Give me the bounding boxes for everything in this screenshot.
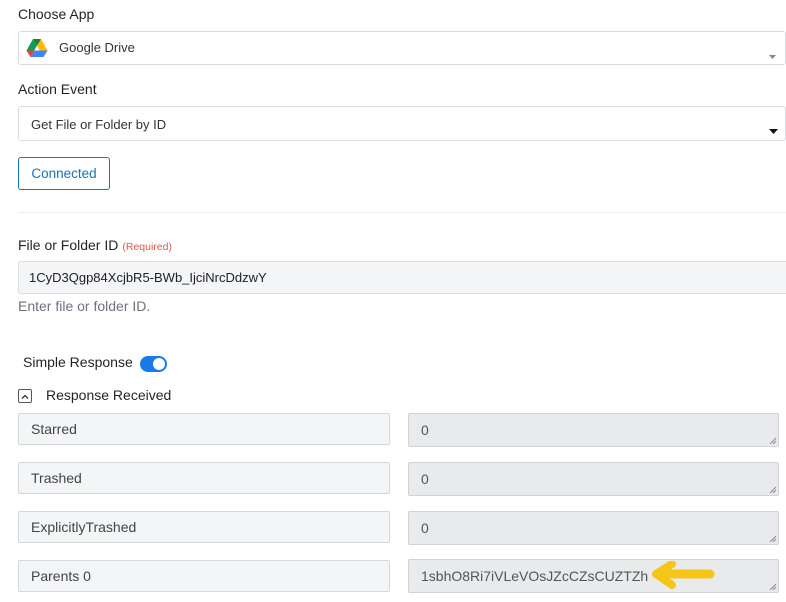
response-value-text: 1sbhO8Ri7iVLeVOsJZcCZsCUZTZh [421, 568, 649, 584]
file-id-label: File or Folder ID (Required) [18, 237, 172, 253]
caret-down-icon [769, 121, 778, 139]
action-event-value: Get File or Folder by ID [31, 117, 167, 132]
response-key-field[interactable]: Trashed [18, 462, 390, 494]
google-drive-icon [26, 38, 48, 58]
connected-button[interactable]: Connected [18, 157, 110, 190]
response-key-field[interactable]: Starred [18, 413, 390, 445]
simple-response-toggle[interactable] [140, 356, 167, 372]
required-tag: (Required) [122, 241, 172, 253]
response-value-field[interactable]: 1sbhO8Ri7iVLeVOsJZcCZsCUZTZh [408, 559, 779, 593]
file-id-input[interactable]: 1CyD3Qgp84XcjbR5-BWb_IjciNrcDdzwY [18, 261, 786, 294]
chevron-up-icon [21, 394, 29, 399]
resize-grip-icon[interactable] [769, 535, 777, 543]
resize-grip-icon[interactable] [769, 486, 777, 494]
file-id-value: 1CyD3Qgp84XcjbR5-BWb_IjciNrcDdzwY [29, 270, 267, 285]
choose-app-label: Choose App [18, 6, 95, 22]
response-value-text: 0 [421, 520, 429, 536]
response-key-field[interactable]: ExplicitlyTrashed [18, 511, 390, 543]
response-value-field[interactable]: 0 [408, 462, 779, 496]
simple-response-label: Simple Response [23, 354, 133, 370]
response-value-field[interactable]: 0 [408, 511, 779, 545]
collapse-toggle-button[interactable] [18, 389, 32, 403]
choose-app-select[interactable]: Google Drive [18, 31, 786, 65]
arrow-left-icon [652, 561, 715, 589]
response-value-text: 0 [421, 422, 429, 438]
response-received-label: Response Received [46, 387, 172, 403]
chevron-down-icon [769, 46, 776, 64]
action-event-select[interactable]: Get File or Folder by ID [18, 106, 786, 141]
toggle-knob [153, 358, 165, 370]
section-divider [18, 212, 786, 213]
response-value-field[interactable]: 0 [408, 413, 779, 447]
action-event-label: Action Event [18, 81, 97, 97]
choose-app-value: Google Drive [59, 40, 135, 55]
resize-grip-icon[interactable] [769, 437, 777, 445]
response-key-field[interactable]: Parents 0 [18, 560, 390, 592]
resize-grip-icon[interactable] [769, 583, 777, 591]
file-id-label-text: File or Folder ID [18, 237, 119, 253]
file-id-hint: Enter file or folder ID. [18, 298, 151, 314]
response-value-text: 0 [421, 471, 429, 487]
